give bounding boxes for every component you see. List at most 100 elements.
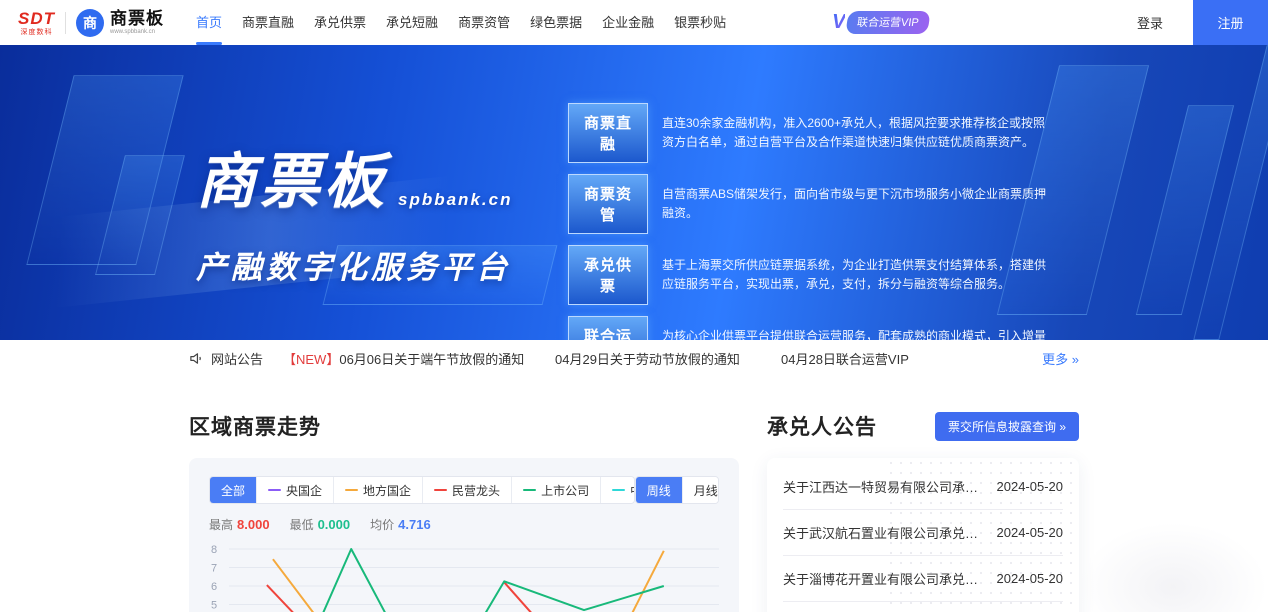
register-button[interactable]: 注册 xyxy=(1193,0,1268,45)
feature-label-asset-management[interactable]: 商票资管 xyxy=(568,174,648,234)
feature-row-direct-financing: 商票直融 直连30余家金融机构，准入2600+承兑人，根据风控要求推荐核企或按照… xyxy=(568,103,1054,163)
chart-stats-row: 最高 8.000 最低0.000 均价 4.716 xyxy=(209,516,719,533)
site-logo-icon: 商 xyxy=(76,9,104,37)
local-soe-dash-icon xyxy=(345,489,358,491)
hero-text-block: 商票板 spbbank.cn 产融数字化服务平台 xyxy=(196,133,512,287)
filter-sme[interactable]: 中小企业 xyxy=(600,477,635,503)
stat-high-value: 8.000 xyxy=(237,517,270,532)
filter-private-leader[interactable]: 民营龙头 xyxy=(422,477,511,503)
logo[interactable]: SDT 深度数科 商 商票板 www.spbbank.cn xyxy=(0,9,164,37)
nav-item-direct-financing[interactable]: 商票直融 xyxy=(232,0,304,45)
feature-row-asset-management: 商票资管 自营商票ABS储架发行，面向省市级与更下沉市场服务小微企业商票质押融资… xyxy=(568,174,1054,234)
stat-avg-value: 4.716 xyxy=(398,517,431,532)
stat-avg-label: 均价 xyxy=(370,518,394,532)
svg-text:7: 7 xyxy=(211,563,217,575)
feature-desc-joint-operation: 为核心企业供票平台提供联合运营服务，配套成熟的商业模式，引入增量金融资源。 xyxy=(662,327,1054,340)
listed-company-dash-icon xyxy=(523,489,536,491)
announcement-row-1[interactable]: 关于江西达一特贸易有限公司承兑票... 2024-05-20 xyxy=(783,464,1063,510)
notice-item-2[interactable]: 04月29日关于劳动节放假的通知 xyxy=(555,349,781,368)
private-leader-dash-icon xyxy=(434,489,447,491)
sdt-logo-subtext: 深度数科 xyxy=(21,29,53,36)
stat-avg: 均价 4.716 xyxy=(370,516,431,533)
notice-bar: 网站公告 【NEW】06月06日关于端午节放假的通知 04月29日关于劳动节放假… xyxy=(0,340,1268,376)
legend-filter-group: 全部 央国企 地方国企 民营龙头 上市公司 中小企业 xyxy=(209,476,635,504)
nav-item-acceptance-supply[interactable]: 承兑供票 xyxy=(304,0,376,45)
announcement-row-2[interactable]: 关于武汉航石置业有限公司承兑票据... 2024-05-20 xyxy=(783,510,1063,556)
announcement-row-3[interactable]: 关于淄博花开置业有限公司承兑票据... 2024-05-20 xyxy=(783,556,1063,602)
feature-label-direct-financing[interactable]: 商票直融 xyxy=(568,103,648,163)
trend-section: 区域商票走势 全部 央国企 地方国企 民营龙头 上市公司 中小企业 周线 月线 xyxy=(189,376,739,612)
announcement-title: 关于武汉航石置业有限公司承兑票据... xyxy=(783,523,987,542)
feature-label-joint-operation[interactable]: 联合运营 xyxy=(568,316,648,340)
hero-domain: spbbank.cn xyxy=(398,190,512,210)
acceptor-section: 承兑人公告 票交所信息披露查询 » 关于江西达一特贸易有限公司承兑票... 20… xyxy=(767,376,1079,612)
logo-divider xyxy=(65,12,66,34)
tab-monthly[interactable]: 月线 xyxy=(682,477,719,503)
tab-weekly[interactable]: 周线 xyxy=(636,477,682,503)
feature-desc-direct-financing: 直连30余家金融机构，准入2600+承兑人，根据风控要求推荐核企或按照资方白名单… xyxy=(662,114,1054,151)
notice-item-3[interactable]: 04月28日联合运营VIP xyxy=(781,349,1042,368)
announcement-title: 关于江西达一特贸易有限公司承兑票... xyxy=(783,477,987,496)
hero-banner: 商票板 spbbank.cn 产融数字化服务平台 商票直融 直连30余家金融机构… xyxy=(0,45,1268,340)
hero-title: 商票板 xyxy=(196,133,388,220)
filter-local-soe-label: 地方国企 xyxy=(363,482,411,499)
notice-more-link[interactable]: 更多 » xyxy=(1042,349,1079,368)
hero-subtitle: 产融数字化服务平台 xyxy=(196,242,512,287)
exchange-disclosure-query-button[interactable]: 票交所信息披露查询 » xyxy=(935,412,1079,441)
feature-row-joint-operation: 联合运营 为核心企业供票平台提供联合运营服务，配套成熟的商业模式，引入增量金融资… xyxy=(568,316,1054,340)
svg-text:6: 6 xyxy=(211,581,217,593)
login-link[interactable]: 登录 xyxy=(1137,13,1163,32)
nav-item-corporate-finance[interactable]: 企业金融 xyxy=(592,0,664,45)
notice-item-1-text: 06月06日关于端午节放假的通知 xyxy=(339,352,524,367)
background-blob xyxy=(1078,522,1268,612)
site-logo-text: 商票板 www.spbbank.cn xyxy=(110,10,164,35)
stat-high: 最高 8.000 xyxy=(209,516,270,533)
nav-item-home[interactable]: 首页 xyxy=(186,0,232,45)
nav-item-green-bills[interactable]: 绿色票据 xyxy=(520,0,592,45)
nav-item-bank-bill-discount[interactable]: 银票秒贴 xyxy=(664,0,736,45)
sdt-logo-text: SDT xyxy=(18,10,55,27)
filter-central-soe[interactable]: 央国企 xyxy=(256,477,333,503)
filter-all[interactable]: 全部 xyxy=(210,477,256,503)
feature-label-acceptance-supply[interactable]: 承兑供票 xyxy=(568,245,648,305)
acceptor-announcement-card: 关于江西达一特贸易有限公司承兑票... 2024-05-20 关于武汉航石置业有… xyxy=(767,458,1079,612)
announcement-date: 2024-05-20 xyxy=(997,479,1064,494)
filter-listed-company-label: 上市公司 xyxy=(541,482,589,499)
speaker-icon xyxy=(189,351,204,366)
stat-high-label: 最高 xyxy=(209,518,233,532)
central-soe-dash-icon xyxy=(268,489,281,491)
period-tab-group: 周线 月线 xyxy=(635,476,719,504)
vip-badge-label: 联合运营VIP xyxy=(846,11,931,34)
stat-low-value: 0.000 xyxy=(318,517,351,532)
notice-label: 网站公告 xyxy=(211,349,283,368)
chart-toolbar: 全部 央国企 地方国企 民营龙头 上市公司 中小企业 周线 月线 xyxy=(209,476,719,504)
top-navbar: SDT 深度数科 商 商票板 www.spbbank.cn 首页 商票直融 承兑… xyxy=(0,0,1268,45)
sme-dash-icon xyxy=(612,489,625,491)
trend-chart-card: 全部 央国企 地方国企 民营龙头 上市公司 中小企业 周线 月线 最高 8.000… xyxy=(189,458,739,612)
main-nav: 首页 商票直融 承兑供票 承兑短融 商票资管 绿色票据 企业金融 银票秒贴 xyxy=(186,0,736,45)
trend-line-chart: 876543210 xyxy=(209,537,719,612)
vip-v-icon: V xyxy=(832,11,845,34)
feature-desc-asset-management: 自营商票ABS储架发行，面向省市级与更下沉市场服务小微企业商票质押融资。 xyxy=(662,185,1054,222)
notice-item-1[interactable]: 【NEW】06月06日关于端午节放假的通知 xyxy=(283,349,555,368)
site-name: 商票板 xyxy=(110,10,164,27)
main-content: 区域商票走势 全部 央国企 地方国企 民营龙头 上市公司 中小企业 周线 月线 xyxy=(189,376,1079,612)
svg-text:5: 5 xyxy=(211,600,217,612)
stat-low: 最低0.000 xyxy=(290,516,351,533)
filter-local-soe[interactable]: 地方国企 xyxy=(333,477,422,503)
acceptor-section-title: 承兑人公告 xyxy=(767,411,877,441)
nav-item-acceptance-shortterm[interactable]: 承兑短融 xyxy=(376,0,448,45)
announcement-title: 关于淄博花开置业有限公司承兑票据... xyxy=(783,569,987,588)
announcement-date: 2024-05-20 xyxy=(997,571,1064,586)
feature-row-acceptance-supply: 承兑供票 基于上海票交所供应链票据系统，为企业打造供票支付结算体系，搭建供应链服… xyxy=(568,245,1054,305)
sdt-logo: SDT 深度数科 xyxy=(18,10,55,36)
vip-badge[interactable]: V 联合运营VIP xyxy=(832,11,929,34)
filter-listed-company[interactable]: 上市公司 xyxy=(511,477,600,503)
hero-feature-list: 商票直融 直连30余家金融机构，准入2600+承兑人，根据风控要求推荐核企或按照… xyxy=(568,103,1054,340)
site-url: www.spbbank.cn xyxy=(110,29,164,35)
feature-desc-acceptance-supply: 基于上海票交所供应链票据系统，为企业打造供票支付结算体系，搭建供应链服务平台，实… xyxy=(662,256,1054,293)
svg-text:8: 8 xyxy=(211,544,217,556)
filter-private-leader-label: 民营龙头 xyxy=(452,482,500,499)
trend-section-title: 区域商票走势 xyxy=(189,411,321,441)
nav-item-asset-management[interactable]: 商票资管 xyxy=(448,0,520,45)
